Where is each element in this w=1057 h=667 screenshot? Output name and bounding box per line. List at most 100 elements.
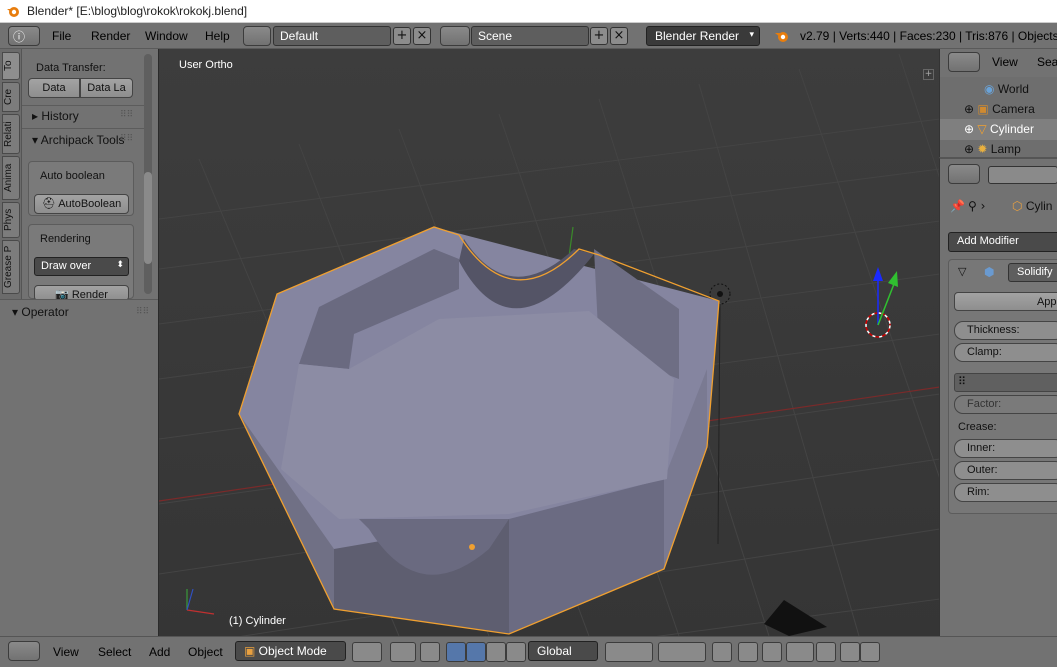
- render-still-icon[interactable]: [840, 642, 860, 662]
- tab-animation[interactable]: Anima: [2, 156, 20, 200]
- interaction-mode-select[interactable]: ▣ Object Mode: [235, 641, 346, 661]
- outliner-menu-search[interactable]: Sear: [1037, 55, 1057, 69]
- menu-file[interactable]: File: [52, 29, 71, 43]
- proportional-edit-icon[interactable]: [738, 642, 758, 662]
- chevron-down-icon: ▾: [749, 29, 754, 39]
- draw-over-select[interactable]: Draw over ⬍: [34, 257, 129, 276]
- editor-type-button[interactable]: ⓘ: [8, 26, 40, 46]
- mode-label: Object Mode: [258, 644, 327, 658]
- modifier-name-field[interactable]: Solidify: [1008, 263, 1057, 282]
- screen-layout-icon[interactable]: [243, 26, 271, 46]
- tab-create[interactable]: Cre: [2, 82, 20, 112]
- outliner-item-lamp[interactable]: ⊕ ✹ Lamp: [964, 142, 1021, 156]
- outliner-editor: View Sear ◉ World ⊕ ▣ Camera ⊕ ▽ Cylinde…: [939, 49, 1057, 157]
- auto-boolean-label: Auto boolean: [40, 170, 105, 182]
- auto-boolean-button[interactable]: ⛑ AutoBoolean: [34, 194, 129, 214]
- outliner-item-camera[interactable]: ⊕ ▣ Camera: [964, 102, 1035, 116]
- render-engine-select[interactable]: Blender Render ▾: [646, 26, 760, 46]
- collapse-icon[interactable]: ▽: [958, 265, 966, 278]
- shelf-scrollbar[interactable]: [144, 54, 152, 294]
- drag-handle-icon[interactable]: ⠿⠿: [120, 110, 133, 120]
- lamp-icon: ✹: [977, 142, 991, 156]
- menu-add[interactable]: Add: [149, 645, 170, 659]
- factor-field[interactable]: Factor:: [954, 395, 1057, 414]
- camera-icon: ▣: [977, 102, 993, 116]
- drag-handle-icon[interactable]: ⠿⠿: [136, 307, 149, 317]
- menu-view[interactable]: View: [53, 645, 79, 659]
- scrollbar-thumb[interactable]: [144, 172, 152, 264]
- manipulator-toggle-icon[interactable]: [446, 642, 466, 662]
- scene-stats: v2.79 | Verts:440 | Faces:230 | Tris:876…: [800, 29, 1057, 43]
- outliner-item-cylinder[interactable]: ⊕ ▽ Cylinder: [964, 122, 1034, 136]
- operator-panel-header[interactable]: ▾ Operator: [12, 305, 69, 319]
- menu-help[interactable]: Help: [205, 29, 230, 43]
- solidify-icon: ⬢: [984, 265, 995, 279]
- tab-grease-pencil[interactable]: Grease P: [2, 240, 20, 294]
- data-layers-button[interactable]: Data La: [80, 78, 133, 98]
- tab-tools[interactable]: To: [2, 52, 20, 80]
- translate-manipulator-icon[interactable]: [466, 642, 486, 662]
- lock-camera-icon[interactable]: [712, 642, 732, 662]
- outer-field[interactable]: Outer:: [954, 461, 1057, 480]
- inner-field[interactable]: Inner:: [954, 439, 1057, 458]
- add-scene-icon[interactable]: +: [590, 27, 608, 45]
- properties-context-tabs[interactable]: [988, 166, 1057, 184]
- properties-editor-type-button[interactable]: [948, 164, 980, 184]
- menu-select[interactable]: Select: [98, 645, 131, 659]
- snap-element-icon[interactable]: [786, 642, 814, 662]
- toggle-region-icon[interactable]: +: [923, 69, 934, 80]
- tool-shelf-tabs: To Cre Relati Anima Phys Grease P: [0, 49, 22, 299]
- apply-button[interactable]: Appl: [954, 292, 1057, 311]
- render-engine-label: Blender Render: [655, 29, 740, 43]
- thickness-field[interactable]: Thickness:: [954, 321, 1057, 340]
- expand-icon[interactable]: ⊕: [964, 142, 977, 156]
- add-layout-icon[interactable]: +: [393, 27, 411, 45]
- data-transfer-label: Data Transfer:: [36, 62, 106, 74]
- info-header: ⓘ File Render Window Help Default + × Sc…: [0, 23, 1057, 49]
- clamp-field[interactable]: Clamp:: [954, 343, 1057, 362]
- outliner-menu-view[interactable]: View: [992, 55, 1018, 69]
- drag-handle-icon[interactable]: ⠿⠿: [120, 134, 133, 144]
- menu-render[interactable]: Render: [91, 29, 130, 43]
- scale-manipulator-icon[interactable]: [506, 642, 526, 662]
- screen-layout-field[interactable]: Default: [273, 26, 391, 46]
- layer-buttons-2[interactable]: [658, 642, 706, 662]
- vertex-group-field[interactable]: ⠿: [954, 373, 1057, 392]
- remove-layout-icon[interactable]: ×: [413, 27, 431, 45]
- archipack-label: Archipack Tools: [40, 133, 125, 147]
- menu-window[interactable]: Window: [145, 29, 188, 43]
- object-icon: ⬡: [1012, 199, 1026, 213]
- expand-icon[interactable]: ⊕: [964, 102, 977, 116]
- outliner-editor-type-button[interactable]: [948, 52, 980, 72]
- view-name-label: User Ortho: [179, 59, 233, 71]
- scene-field[interactable]: Scene: [471, 26, 589, 46]
- add-modifier-select[interactable]: Add Modifier: [948, 232, 1057, 252]
- data-button[interactable]: Data: [28, 78, 80, 98]
- snap-toggle-icon[interactable]: [762, 642, 782, 662]
- menu-object[interactable]: Object: [188, 645, 223, 659]
- expand-icon[interactable]: ⊕: [964, 122, 977, 136]
- tab-relations[interactable]: Relati: [2, 114, 20, 154]
- view3d-editor-type-button[interactable]: [8, 641, 40, 661]
- boolean-icon: ⛑: [41, 198, 59, 210]
- 3d-viewport[interactable]: User Ortho (1) Cylinder +: [158, 49, 939, 636]
- scene-icon[interactable]: [440, 26, 470, 46]
- window-title-bar: Blender* [E:\blog\blog\rokok\rokokj.blen…: [0, 0, 1057, 23]
- outliner-item-world[interactable]: ◉ World: [984, 82, 1029, 96]
- render-animation-icon[interactable]: [860, 642, 880, 662]
- rotate-manipulator-icon[interactable]: [486, 642, 506, 662]
- tab-physics[interactable]: Phys: [2, 202, 20, 238]
- rim-field[interactable]: Rim:: [954, 483, 1057, 502]
- pivot-point-button[interactable]: [390, 642, 416, 662]
- active-object-label: (1) Cylinder: [229, 615, 286, 627]
- pin-icon[interactable]: 📌: [950, 199, 965, 213]
- object-origin: [469, 544, 475, 550]
- manipulator-only-icon[interactable]: [420, 642, 440, 662]
- history-panel-header[interactable]: ▸ History: [32, 109, 79, 123]
- snap-target-icon[interactable]: [816, 642, 836, 662]
- viewport-shading-button[interactable]: [352, 642, 382, 662]
- layer-buttons-1[interactable]: [605, 642, 653, 662]
- remove-scene-icon[interactable]: ×: [610, 27, 628, 45]
- transform-orientation-select[interactable]: Global: [528, 641, 598, 661]
- archipack-panel-header[interactable]: ▾ Archipack Tools: [32, 133, 125, 147]
